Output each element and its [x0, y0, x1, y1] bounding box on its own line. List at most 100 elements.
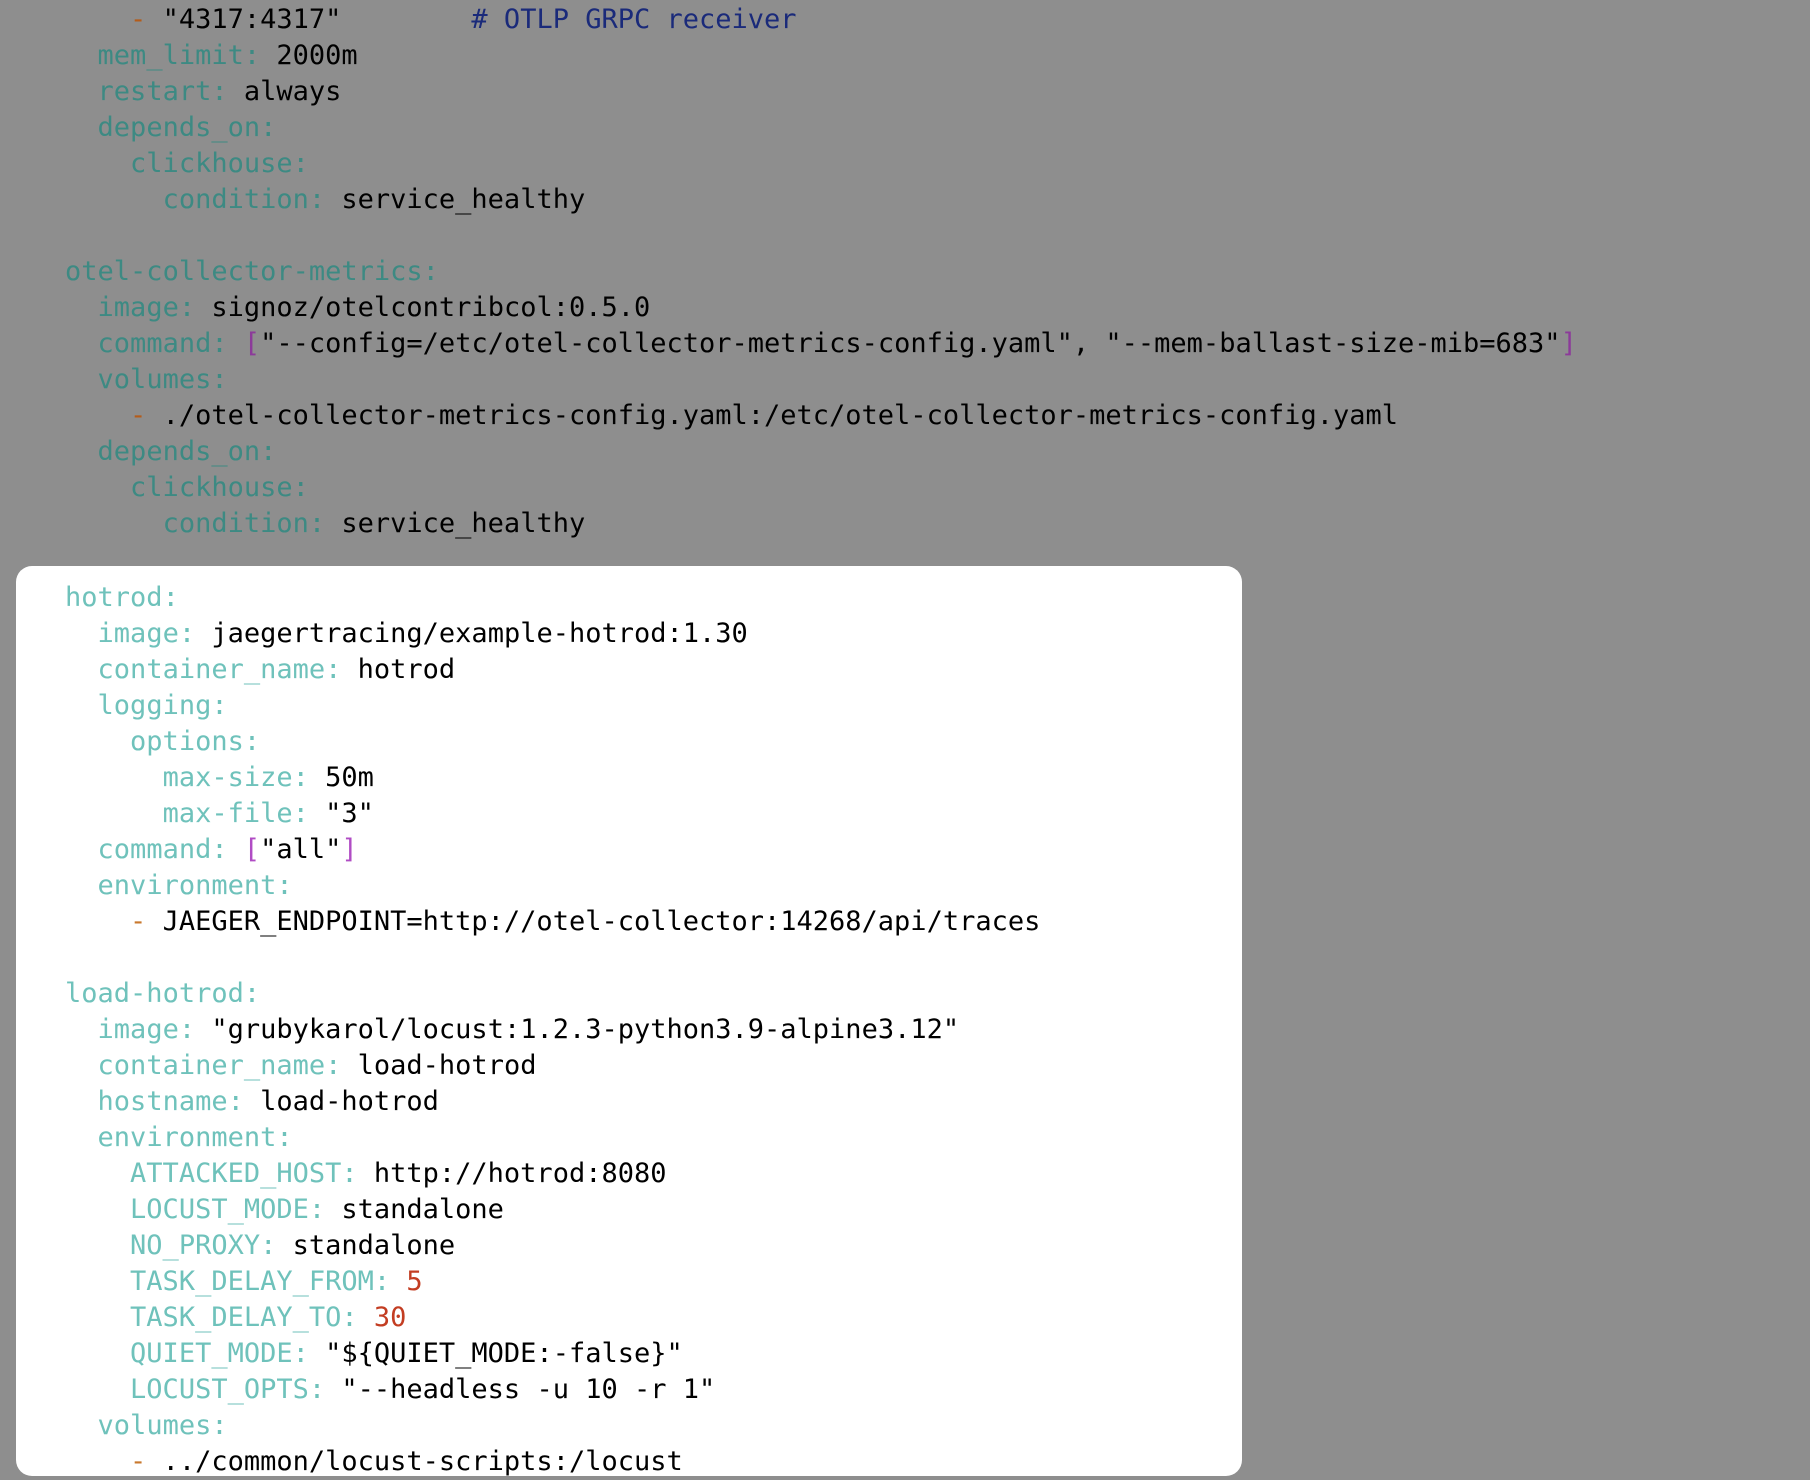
yaml-key: hotrod: [65, 582, 179, 613]
yaml-key: volumes: [97, 1410, 228, 1441]
code-line: LOCUST_MODE: standalone [0, 1192, 1810, 1228]
yaml-key: command: [97, 834, 228, 865]
code-token: ] [341, 834, 358, 865]
code-token: always [227, 76, 342, 107]
code-token: JAEGER_ENDPOINT=http://otel-collector:14… [162, 906, 1041, 937]
code-token: "3" [308, 798, 374, 829]
yaml-key: container_name: [97, 654, 342, 685]
yaml-key: max-size: [162, 762, 309, 793]
code-token: 50m [308, 762, 374, 793]
code-block-highlighted: hotrod: image: jaegertracing/example-hot… [0, 580, 1810, 1480]
code-token: - [130, 4, 163, 35]
yaml-key: clickhouse: [130, 148, 309, 179]
code-line: image: jaegertracing/example-hotrod:1.30 [0, 616, 1810, 652]
code-line: clickhouse: [0, 470, 1810, 506]
code-line: environment: [0, 1120, 1810, 1156]
yaml-key: depends_on: [97, 436, 277, 467]
yaml-key: volumes: [97, 364, 228, 395]
code-line: - JAEGER_ENDPOINT=http://otel-collector:… [0, 904, 1810, 940]
code-token: signoz/otelcontribcol:0.5.0 [195, 292, 651, 323]
code-line: clickhouse: [0, 146, 1810, 182]
yaml-key: container_name: [97, 1050, 342, 1081]
code-line: options: [0, 724, 1810, 760]
code-line: mem_limit: 2000m [0, 38, 1810, 74]
code-token: 2000m [260, 40, 358, 71]
code-line: depends_on: [0, 434, 1810, 470]
code-token: - [130, 400, 163, 431]
yaml-key: LOCUST_MODE: [130, 1194, 326, 1225]
yaml-key: environment: [97, 870, 293, 901]
code-line: container_name: load-hotrod [0, 1048, 1810, 1084]
code-token: service_healthy [325, 508, 586, 539]
yaml-key: otel-collector-metrics: [65, 256, 439, 287]
code-token: standalone [276, 1230, 456, 1261]
yaml-key: restart: [97, 76, 228, 107]
yaml-key: options: [130, 726, 261, 757]
yaml-key: image: [97, 618, 196, 649]
yaml-key: QUIET_MODE: [130, 1338, 309, 1369]
code-token: [ [243, 834, 261, 865]
code-line: command: ["--config=/etc/otel-collector-… [0, 326, 1810, 362]
code-token: [ [243, 328, 261, 359]
code-token: ./otel-collector-metrics-config.yaml:/et… [162, 400, 1398, 431]
code-token: jaegertracing/example-hotrod:1.30 [195, 618, 748, 649]
code-line: depends_on: [0, 110, 1810, 146]
yaml-key: logging: [97, 690, 228, 721]
code-line: container_name: hotrod [0, 652, 1810, 688]
code-line: ATTACKED_HOST: http://hotrod:8080 [0, 1156, 1810, 1192]
code-token: "${QUIET_MODE:-false}" [308, 1338, 683, 1369]
code-token: "--config=/etc/otel-collector-metrics-co… [260, 328, 1561, 359]
code-line: condition: service_healthy [0, 182, 1810, 218]
yaml-key: condition: [162, 184, 326, 215]
code-line: LOCUST_OPTS: "--headless -u 10 -r 1" [0, 1372, 1810, 1408]
code-token: "4317:4317" [162, 4, 472, 35]
code-token: service_healthy [325, 184, 586, 215]
code-line: logging: [0, 688, 1810, 724]
code-line: otel-collector-metrics: [0, 254, 1810, 290]
code-line: TASK_DELAY_FROM: 5 [0, 1264, 1810, 1300]
code-line: restart: always [0, 74, 1810, 110]
code-line: command: ["all"] [0, 832, 1810, 868]
code-token: ../common/locust-scripts:/locust [162, 1446, 683, 1477]
code-line: load-hotrod: [0, 976, 1810, 1012]
yaml-key: condition: [162, 508, 326, 539]
code-line: - ../common/locust-scripts:/locust [0, 1444, 1810, 1480]
yaml-key: image: [97, 292, 196, 323]
code-token: 30 [373, 1302, 407, 1333]
yaml-key: TASK_DELAY_FROM: [130, 1266, 391, 1297]
code-token: hotrod [341, 654, 456, 685]
code-token: ] [1560, 328, 1577, 359]
yaml-key: load-hotrod: [65, 978, 261, 1009]
yaml-key: command: [97, 328, 228, 359]
code-token: standalone [325, 1194, 504, 1225]
yaml-key: ATTACKED_HOST: [130, 1158, 358, 1189]
code-comment: # OTLP GRPC receiver [471, 4, 797, 35]
code-line: TASK_DELAY_TO: 30 [0, 1300, 1810, 1336]
code-line: volumes: [0, 362, 1810, 398]
code-token: load-hotrod [243, 1086, 439, 1117]
yaml-key: image: [97, 1014, 196, 1045]
code-token: "--headless -u 10 -r 1" [325, 1374, 716, 1405]
code-line: QUIET_MODE: "${QUIET_MODE:-false}" [0, 1336, 1810, 1372]
yaml-key: LOCUST_OPTS: [130, 1374, 326, 1405]
code-line: condition: service_healthy [0, 506, 1810, 542]
code-line: image: "grubykarol/locust:1.2.3-python3.… [0, 1012, 1810, 1048]
code-line: environment: [0, 868, 1810, 904]
yaml-key: clickhouse: [130, 472, 309, 503]
code-token: 5 [406, 1266, 423, 1297]
code-token: "all" [260, 834, 342, 865]
yaml-key: depends_on: [97, 112, 277, 143]
code-token: - [130, 906, 163, 937]
yaml-key: max-file: [162, 798, 309, 829]
code-line: image: signoz/otelcontribcol:0.5.0 [0, 290, 1810, 326]
yaml-key: mem_limit: [97, 40, 261, 71]
code-line: NO_PROXY: standalone [0, 1228, 1810, 1264]
code-token: "grubykarol/locust:1.2.3-python3.9-alpin… [195, 1014, 960, 1045]
code-block-dimmed: - "4317:4317" # OTLP GRPC receiver mem_l… [0, 2, 1810, 542]
